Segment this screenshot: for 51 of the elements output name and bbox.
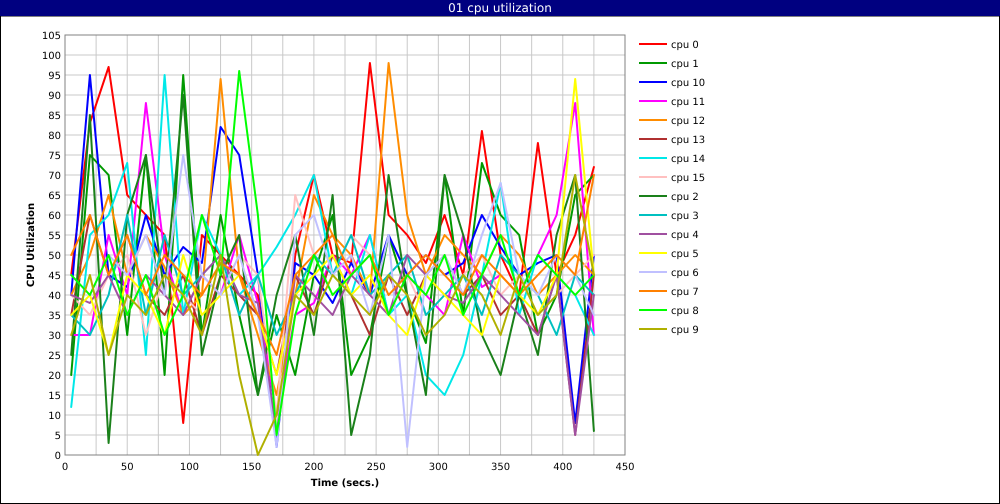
axis-tick-label: 90 — [48, 91, 61, 102]
legend-label: cpu 12 — [671, 116, 706, 127]
axis-tick-label: 60 — [48, 211, 61, 222]
axis-tick-label: 35 — [48, 311, 61, 322]
axis-tick-label: 75 — [48, 151, 61, 162]
axis-tick-label: 25 — [48, 351, 61, 362]
axis-tick-label: 300 — [428, 462, 448, 473]
axis-tick-label: 80 — [48, 131, 61, 142]
axis-tick-label: 0 — [62, 462, 68, 473]
axis-tick-label: 5 — [54, 431, 61, 442]
legend-label: cpu 0 — [671, 40, 699, 51]
legend-label: cpu 9 — [671, 325, 699, 336]
legend-label: cpu 13 — [671, 135, 706, 146]
legend-label: cpu 5 — [671, 249, 699, 260]
axis-tick-label: 450 — [615, 462, 635, 473]
legend-label: cpu 14 — [671, 154, 706, 165]
x-axis-title: Time (secs.) — [310, 478, 380, 489]
axis-tick-label: 250 — [366, 462, 386, 473]
axis-tick-label: 45 — [48, 271, 61, 282]
axis-tick-label: 200 — [304, 462, 324, 473]
window-title: 01 cpu utilization — [0, 0, 1000, 16]
axis-tick-label: 95 — [48, 71, 61, 82]
axis-tick-label: 50 — [120, 462, 134, 473]
legend-label: cpu 11 — [671, 97, 706, 108]
axis-tick-label: 15 — [48, 391, 61, 402]
axis-tick-label: 400 — [553, 462, 572, 473]
axis-tick-label: 100 — [180, 462, 199, 473]
axis-tick-label: 65 — [48, 191, 61, 202]
axis-tick-label: 85 — [48, 111, 61, 122]
axis-tick-label: 100 — [42, 51, 61, 62]
axis-tick-label: 350 — [491, 462, 510, 473]
axis-tick-label: 30 — [48, 331, 61, 342]
axis-tick-label: 55 — [48, 231, 61, 242]
legend-label: cpu 4 — [671, 230, 699, 241]
axis-tick-label: 150 — [242, 462, 262, 473]
legend-label: cpu 6 — [671, 268, 699, 279]
legend-label: cpu 3 — [671, 211, 699, 222]
axis-tick-label: 10 — [48, 411, 61, 422]
legend-label: cpu 15 — [671, 173, 706, 184]
legend-label: cpu 7 — [671, 287, 699, 298]
legend-label: cpu 8 — [671, 306, 699, 317]
axis-tick-label: 40 — [48, 291, 61, 302]
legend-label: cpu 1 — [671, 59, 699, 70]
axis-tick-label: 105 — [42, 31, 61, 42]
y-axis-title: CPU Utilization — [26, 202, 37, 288]
legend-label: cpu 2 — [671, 192, 699, 203]
axis-tick-label: 20 — [48, 371, 61, 382]
axis-tick-label: 70 — [48, 171, 61, 182]
legend-label: cpu 10 — [671, 78, 706, 89]
axis-tick-label: 50 — [48, 251, 61, 262]
axis-tick-label: 0 — [54, 451, 61, 462]
